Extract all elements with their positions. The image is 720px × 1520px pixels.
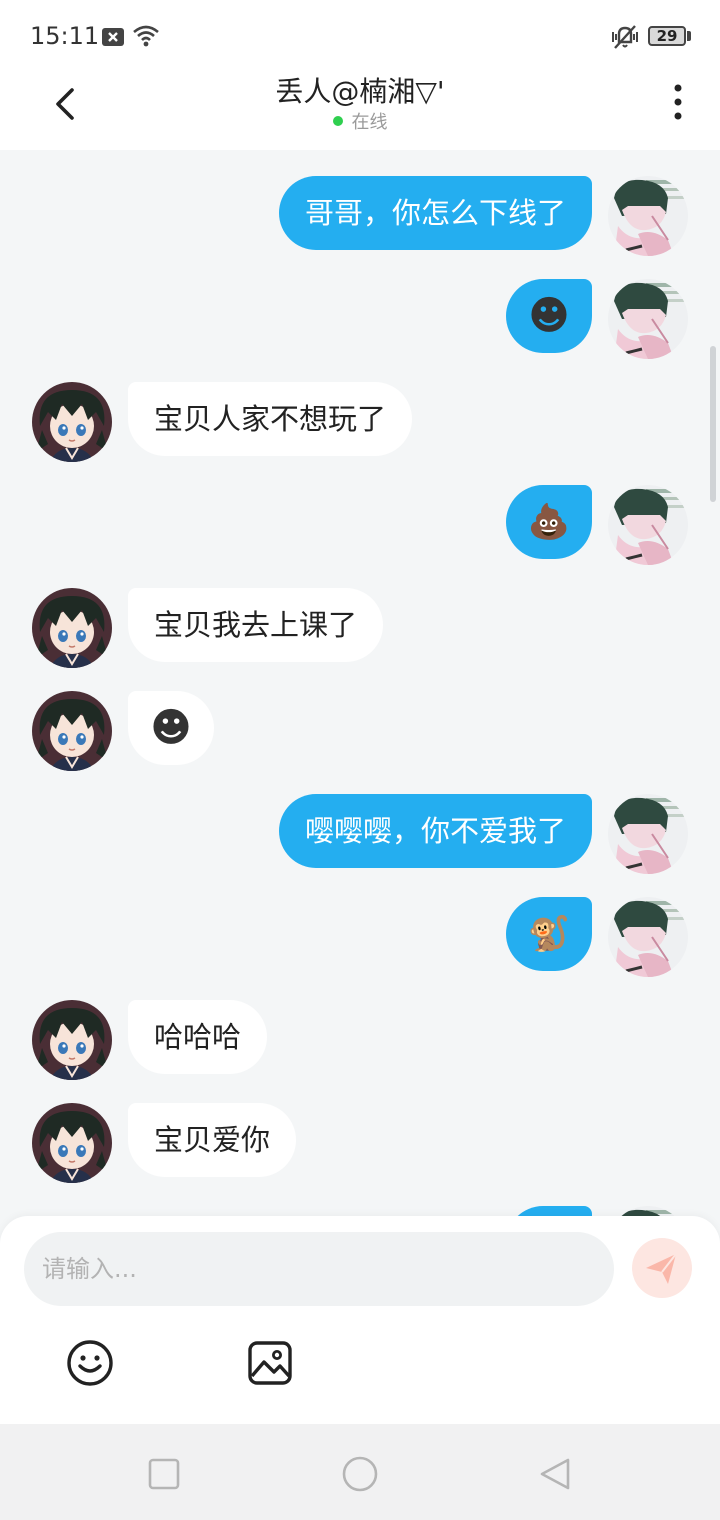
square-nav-icon xyxy=(148,1458,180,1490)
contact-avatar[interactable] xyxy=(32,382,112,462)
message-bubble[interactable]: ☻ xyxy=(506,279,592,353)
dark-smile-emoji: ☻ xyxy=(528,293,570,339)
message-row: ☻ xyxy=(0,691,720,771)
image-button[interactable] xyxy=(245,1338,295,1388)
battery-tip xyxy=(687,31,691,41)
contact-avatar[interactable] xyxy=(32,1000,112,1080)
my-avatar[interactable] xyxy=(608,485,688,565)
scrollbar[interactable] xyxy=(710,346,716,502)
message-bubble[interactable]: 哈哈哈 xyxy=(128,1000,268,1074)
dark-smile-emoji: ☻ xyxy=(150,705,192,751)
my-avatar[interactable] xyxy=(608,279,688,359)
my-avatar[interactable] xyxy=(608,1206,688,1216)
notification-x-icon xyxy=(102,28,124,46)
triangle-back-nav-icon xyxy=(540,1458,570,1490)
contact-avatar[interactable] xyxy=(32,691,112,771)
more-vertical-icon xyxy=(674,84,682,120)
message-list[interactable]: 哥哥，你怎么下线了 ☻ 宝贝人家不想玩了 💩 宝贝我去上课了 ☻ 嘤嘤嘤，你不爱… xyxy=(0,150,720,1216)
message-bubble[interactable] xyxy=(506,1206,592,1216)
more-menu-button[interactable] xyxy=(666,82,690,122)
recents-button[interactable] xyxy=(144,1454,184,1494)
online-status: 在线 xyxy=(0,108,720,134)
message-row: 宝贝爱你 xyxy=(0,1103,720,1183)
battery-icon: 29 xyxy=(648,26,686,46)
message-row: ☻ xyxy=(0,279,720,359)
message-row: 嘤嘤嘤，你不爱我了 xyxy=(0,794,720,874)
chat-title: 丢人@楠湘▽' xyxy=(275,75,445,108)
system-nav-bar xyxy=(0,1424,720,1520)
message-row: 宝贝人家不想玩了 xyxy=(0,382,720,462)
contact-avatar[interactable] xyxy=(32,1103,112,1183)
online-status-label: 在线 xyxy=(351,112,388,133)
message-row: 哈哈哈 xyxy=(0,1000,720,1080)
message-row: 宝贝我去上课了 xyxy=(0,588,720,668)
my-avatar[interactable] xyxy=(608,176,688,256)
vibrate-icon xyxy=(612,25,638,49)
message-bubble[interactable]: 宝贝人家不想玩了 xyxy=(128,382,413,456)
message-bubble[interactable]: 嘤嘤嘤，你不爱我了 xyxy=(278,794,592,868)
composer xyxy=(0,1216,720,1424)
message-bubble[interactable]: 哥哥，你怎么下线了 xyxy=(278,176,592,250)
message-row: 哥哥，你怎么下线了 xyxy=(0,176,720,256)
contact-avatar[interactable] xyxy=(32,588,112,668)
message-row-partial xyxy=(0,1206,720,1216)
message-input[interactable] xyxy=(24,1232,614,1306)
message-bubble[interactable]: 🐒 xyxy=(506,897,592,971)
battery-level: 29 xyxy=(656,27,678,45)
message-bubble[interactable]: 💩 xyxy=(506,485,592,559)
home-button[interactable] xyxy=(340,1454,380,1494)
send-button[interactable] xyxy=(632,1238,692,1298)
image-icon xyxy=(248,1341,292,1385)
online-dot xyxy=(332,116,343,126)
message-row: 🐒 xyxy=(0,897,720,977)
emoji-button[interactable] xyxy=(65,1338,115,1388)
chat-header: 丢人@楠湘▽' 在线 xyxy=(0,72,720,150)
send-icon xyxy=(646,1253,677,1284)
message-bubble[interactable]: ☻ xyxy=(128,691,214,765)
poop-emoji: 💩 xyxy=(527,502,571,542)
smile-icon xyxy=(67,1340,113,1386)
monkey-emoji: 🐒 xyxy=(527,914,571,954)
status-bar: 15:11 29 xyxy=(0,0,720,72)
message-row: 💩 xyxy=(0,485,720,565)
system-back-button[interactable] xyxy=(536,1454,576,1494)
message-bubble[interactable]: 宝贝我去上课了 xyxy=(128,588,384,662)
wifi-icon xyxy=(133,25,159,47)
status-time: 15:11 xyxy=(30,22,100,50)
my-avatar[interactable] xyxy=(608,794,688,874)
circle-nav-icon xyxy=(342,1456,378,1492)
message-bubble[interactable]: 宝贝爱你 xyxy=(128,1103,297,1177)
my-avatar[interactable] xyxy=(608,897,688,977)
